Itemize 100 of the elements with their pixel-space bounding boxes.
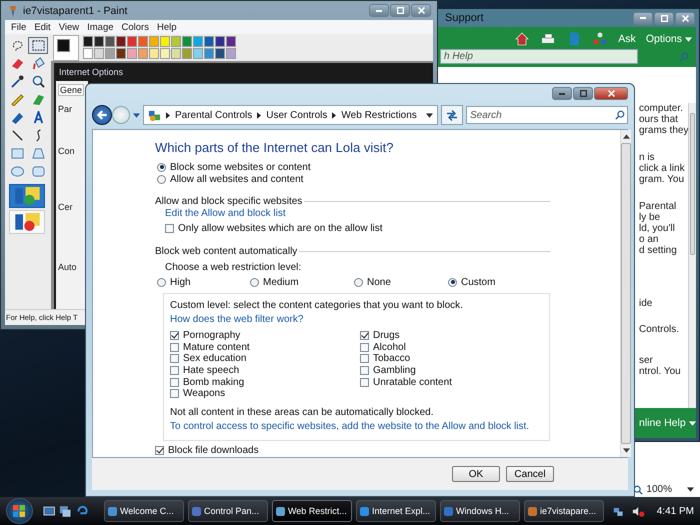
checkbox-option[interactable]: Block file downloads bbox=[155, 444, 259, 457]
home-icon[interactable] bbox=[514, 31, 530, 47]
desktop-icon[interactable] bbox=[42, 504, 56, 518]
search-field[interactable]: Search bbox=[466, 106, 628, 124]
menu-item[interactable]: Colors bbox=[120, 20, 151, 34]
people-icon[interactable] bbox=[592, 31, 608, 47]
back-button[interactable] bbox=[92, 105, 112, 125]
radio-option[interactable]: Medium bbox=[248, 274, 299, 290]
dialog-button[interactable]: Cancel bbox=[506, 466, 554, 482]
window-switch-icon[interactable] bbox=[59, 504, 72, 518]
taskbar-button[interactable]: Control Pan... bbox=[188, 500, 268, 522]
checkbox-option[interactable]: Sex education bbox=[170, 352, 246, 365]
clock[interactable]: 4:41 PM bbox=[656, 506, 694, 516]
close-button[interactable] bbox=[594, 87, 628, 100]
color-swatch[interactable] bbox=[105, 48, 115, 59]
tool-option[interactable] bbox=[9, 184, 45, 208]
color-swatch[interactable] bbox=[182, 48, 192, 59]
checkbox-option[interactable]: Unratable content bbox=[360, 376, 452, 388]
checkbox-option[interactable]: Bomb making bbox=[170, 376, 244, 388]
color-swatch[interactable] bbox=[182, 36, 192, 47]
color-swatch[interactable] bbox=[204, 48, 214, 59]
color-swatch[interactable] bbox=[215, 36, 225, 47]
maximize-button[interactable] bbox=[573, 87, 593, 100]
menu-item[interactable]: Edit bbox=[32, 20, 53, 34]
online-help-button[interactable]: nline Help bbox=[639, 417, 696, 429]
color-swatch[interactable] bbox=[116, 48, 126, 59]
color-swatch[interactable] bbox=[138, 48, 148, 59]
minimize-button[interactable] bbox=[633, 12, 653, 24]
color-swatch[interactable] bbox=[215, 48, 225, 59]
brush-icon bbox=[32, 93, 44, 106]
minimize-button[interactable] bbox=[552, 87, 572, 100]
link[interactable]: To control access to specific websites, add the website to the Allow and block list. bbox=[170, 420, 530, 434]
menu-item[interactable]: View bbox=[56, 20, 82, 34]
color-swatch[interactable] bbox=[83, 48, 93, 59]
color-swatch[interactable] bbox=[94, 36, 104, 47]
close-button[interactable] bbox=[411, 4, 431, 17]
color-swatch[interactable] bbox=[160, 48, 170, 59]
color-swatch[interactable] bbox=[193, 48, 203, 59]
breadcrumb-item[interactable]: Web Restrictions bbox=[341, 110, 417, 120]
color-swatch[interactable] bbox=[105, 36, 115, 47]
maximize-button[interactable] bbox=[390, 4, 410, 17]
color-swatch[interactable] bbox=[83, 36, 93, 47]
color-swatch[interactable] bbox=[94, 48, 104, 59]
taskbar-button[interactable]: ie7vistapare... bbox=[524, 500, 604, 522]
taskbar-button[interactable]: Web Restrict... bbox=[272, 500, 352, 522]
color-swatch[interactable] bbox=[226, 36, 236, 47]
section-label: Con bbox=[58, 146, 76, 156]
color-swatch[interactable] bbox=[149, 48, 159, 59]
caret-icon[interactable] bbox=[426, 112, 433, 118]
link[interactable]: Edit the Allow and block list bbox=[165, 207, 286, 222]
minimize-button[interactable] bbox=[369, 4, 389, 17]
maximize-button[interactable] bbox=[654, 12, 674, 24]
taskbar-button[interactable]: Welcome C... bbox=[104, 500, 184, 522]
taskbar-button[interactable]: Internet Expl... bbox=[356, 500, 436, 522]
close-button[interactable] bbox=[675, 12, 695, 24]
color-swatch[interactable] bbox=[149, 36, 159, 47]
checkbox-option[interactable]: Hate speech bbox=[170, 364, 240, 376]
radio-option[interactable]: Block some websites or content bbox=[155, 161, 311, 174]
start-button[interactable] bbox=[6, 498, 33, 524]
color-swatch[interactable] bbox=[171, 36, 181, 47]
checkbox-option[interactable]: Drugs bbox=[360, 330, 400, 342]
menu-item[interactable]: Help bbox=[154, 20, 179, 34]
color-swatch[interactable] bbox=[127, 48, 137, 59]
color-swatch[interactable] bbox=[138, 36, 148, 47]
radio-option[interactable]: None bbox=[352, 274, 391, 290]
scrollbar[interactable] bbox=[688, 103, 696, 408]
color-swatch[interactable] bbox=[116, 36, 126, 47]
scrollbar[interactable] bbox=[620, 130, 631, 457]
checkbox-option[interactable]: Only allow websites which are on the allow list bbox=[165, 221, 383, 236]
checkbox-option[interactable]: Tobacco bbox=[360, 352, 410, 365]
menu-item[interactable]: File bbox=[9, 20, 28, 34]
address-bar[interactable]: Parental Controls User Controls Web Restrictions bbox=[143, 105, 438, 125]
zoom-level[interactable]: 100% bbox=[646, 484, 672, 495]
link[interactable]: How does the web filter work? bbox=[170, 312, 304, 327]
checkbox-option[interactable]: Mature content bbox=[170, 341, 250, 353]
checkbox-option[interactable]: Weapons bbox=[170, 388, 226, 400]
color-selector[interactable] bbox=[53, 34, 79, 60]
color-swatch[interactable] bbox=[160, 36, 170, 47]
menu-item[interactable]: Image bbox=[85, 20, 116, 34]
breadcrumb-item[interactable]: User Controls bbox=[266, 110, 328, 120]
refresh-button[interactable] bbox=[441, 105, 463, 125]
speaker-muted-icon[interactable] bbox=[632, 504, 645, 518]
color-swatch[interactable] bbox=[226, 48, 236, 59]
tool-button[interactable] bbox=[28, 37, 48, 54]
search-field[interactable]: h Help bbox=[440, 49, 638, 64]
checkbox-option[interactable]: Alcohol bbox=[360, 341, 406, 353]
radio-option[interactable]: Allow all websites and content bbox=[155, 173, 304, 186]
ask-button[interactable]: Ask bbox=[618, 33, 636, 45]
color-swatch[interactable] bbox=[193, 36, 203, 47]
breadcrumb-item[interactable]: Parental Controls bbox=[175, 110, 252, 120]
checkbox-option[interactable]: Gambling bbox=[360, 364, 416, 376]
radio-option[interactable]: Custom bbox=[446, 274, 496, 290]
dialog-button[interactable]: OK bbox=[452, 466, 500, 482]
radio-option[interactable]: High bbox=[155, 274, 191, 290]
color-swatch[interactable] bbox=[127, 36, 137, 47]
color-swatch[interactable] bbox=[204, 36, 214, 47]
taskbar-button[interactable]: Windows H... bbox=[440, 500, 520, 522]
color-swatch[interactable] bbox=[171, 48, 181, 59]
options-button[interactable]: Options bbox=[646, 33, 692, 45]
checkbox-option[interactable]: Pornography bbox=[170, 330, 240, 342]
